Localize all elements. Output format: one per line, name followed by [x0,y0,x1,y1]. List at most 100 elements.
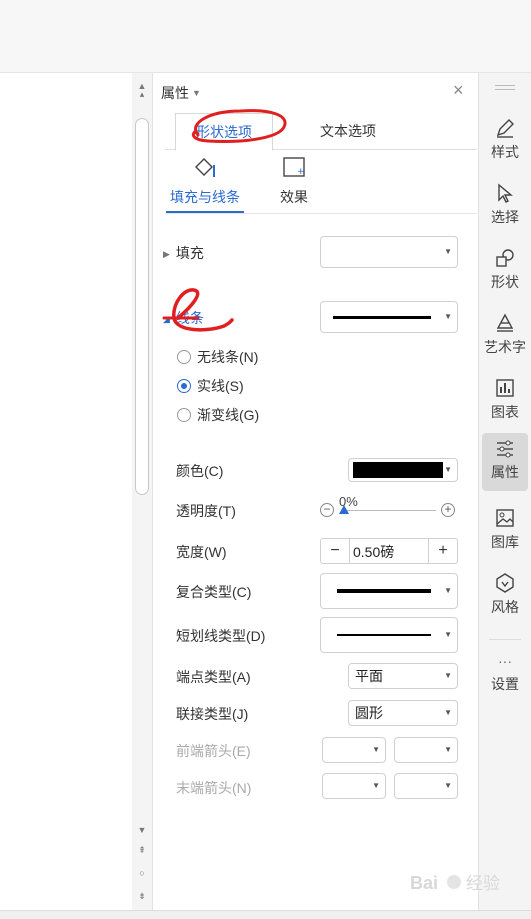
chevron-down-icon: ▼ [444,465,452,474]
end-arrow-size-dropdown[interactable]: ▼ [394,773,458,799]
chart-icon [482,373,528,399]
sidebar-item-label: 图表 [491,404,519,420]
end-arrow-style-dropdown[interactable]: ▼ [322,773,386,799]
line-sample [333,316,431,319]
fill-section-header[interactable]: ▶ 填充 [163,243,204,263]
divider [489,639,521,640]
begin-arrow-label: 前端箭头(E) [176,743,251,759]
join-type-value: 圆形 [355,705,383,721]
cap-type-dropdown[interactable]: 平面 ▼ [348,663,458,689]
width-decrease-button[interactable]: − [321,539,350,563]
transparency-increase-button[interactable]: + [441,503,455,517]
shapes-icon [482,243,528,269]
subtab-fill-line[interactable]: 填充与线条 [165,153,245,207]
chevron-down-icon: ▼ [444,708,452,717]
end-arrow-label: 末端箭头(N) [176,780,252,796]
properties-panel: 属性 ▼ × 形状选项 文本选项 填充与线条 + 效果 ▶ 填充 ▼ ◢ 线条 ▼ 无… [153,73,477,910]
chevron-down-icon: ▼ [372,781,380,790]
panel-title[interactable]: 属性 ▼ [161,83,201,103]
tab-bar: 形状选项 文本选项 [165,113,477,151]
transparency-decrease-button[interactable]: − [320,503,334,517]
chevron-down-icon: ▼ [444,586,452,595]
chevron-down-icon: ▼ [192,88,201,98]
prev-page-icon[interactable]: ⇞ [132,845,152,855]
sidebar-item-select[interactable]: 选择 [482,178,528,236]
width-increase-button[interactable]: + [428,539,457,563]
cap-type-label: 端点类型(A) [176,669,251,685]
begin-arrow-size-dropdown[interactable]: ▼ [394,737,458,763]
compound-type-label: 复合类型(C) [176,584,252,600]
scroll-thumb[interactable] [135,118,149,495]
drag-handle-line [495,89,515,90]
drag-handle[interactable] [495,85,515,86]
radio-button[interactable] [177,408,191,422]
join-type-dropdown[interactable]: 圆形 ▼ [348,700,458,726]
close-icon[interactable]: × [453,81,464,99]
image-icon [482,503,528,529]
sidebar-item-gallery[interactable]: 图库 [482,503,528,561]
sidebar-item-style[interactable]: 样式 [482,113,528,171]
fill-dropdown[interactable]: ▼ [320,236,458,268]
sidebar-item-settings[interactable]: ··· 设置 [482,651,528,709]
effects-icon: + [254,153,334,181]
sidebar-item-label: 图库 [491,534,519,550]
top-toolbar-area [0,0,531,73]
chevron-down-icon: ▼ [444,247,452,256]
width-value[interactable]: 0.50磅 [353,542,394,562]
color-label: 颜色(C) [176,463,224,479]
sidebar-item-wordart[interactable]: 艺术字 [482,308,528,366]
cursor-icon [482,178,528,204]
tab-text-options[interactable]: 文本选项 [293,113,403,149]
svg-text:+: + [297,167,305,177]
sidebar-item-shapes[interactable]: 形状 [482,243,528,301]
line-style-dropdown[interactable]: ▼ [320,301,458,333]
expand-down-icon: ◢ [163,314,170,324]
more-icon: ··· [498,653,512,669]
scroll-down-icon[interactable]: ▼ [132,825,152,835]
transparency-label: 透明度(T) [176,503,236,519]
scroll-up-icon-2[interactable]: ▴ [132,89,152,99]
expand-right-icon: ▶ [163,249,170,259]
sliders-icon [482,433,528,459]
radio-gradient-line[interactable]: 渐变线(G) [177,405,259,425]
line-section-header[interactable]: ◢ 线条 [163,308,204,328]
transparency-slider-track[interactable] [342,510,436,511]
subtab-fill-line-label: 填充与线条 [170,189,240,205]
fill-bucket-icon [165,153,245,181]
compound-type-dropdown[interactable]: ▼ [320,573,458,609]
active-subtab-indicator [166,211,244,213]
tab-shape-options[interactable]: 形状选项 [175,113,273,151]
begin-arrow-style-dropdown[interactable]: ▼ [322,737,386,763]
width-stepper[interactable]: − 0.50磅 + [320,538,458,564]
sidebar-item-theme[interactable]: 风格 [482,568,528,626]
divider [165,213,477,214]
sidebar-item-label: 样式 [491,144,519,160]
select-browse-icon[interactable]: ○ [132,868,152,878]
chevron-down-icon: ▼ [444,671,452,680]
dash-type-label: 短划线类型(D) [176,628,266,644]
sidebar-item-label: 选择 [491,209,519,225]
pen-icon [482,113,528,139]
sidebar-item-label: 属性 [491,464,519,480]
next-page-icon[interactable]: ⇟ [132,891,152,901]
radio-solid-line[interactable]: 实线(S) [177,376,244,396]
document-scrollbar[interactable]: ▲ ▴ ▼ ⇞ ○ ⇟ [132,73,153,910]
chevron-down-icon: ▼ [444,745,452,754]
subtab-effects-label: 效果 [280,189,308,205]
style-icon [482,568,528,594]
transparency-slider-thumb[interactable] [339,505,349,514]
radio-button[interactable] [177,350,191,364]
radio-button-selected[interactable] [177,379,191,393]
radio-no-line[interactable]: 无线条(N) [177,347,258,367]
sidebar-item-label: 艺术字 [484,339,526,355]
sidebar-item-chart[interactable]: 图表 [482,373,528,431]
chevron-down-icon: ▼ [372,745,380,754]
wordart-icon [482,308,528,334]
sidebar-item-label: 形状 [491,274,519,290]
dash-type-dropdown[interactable]: ▼ [320,617,458,653]
compound-line-sample [337,589,431,593]
color-picker[interactable]: ▼ [348,458,458,482]
sidebar-item-label: 设置 [491,676,519,692]
sidebar-item-properties[interactable]: 属性 [482,433,528,491]
subtab-effects[interactable]: + 效果 [254,153,334,207]
